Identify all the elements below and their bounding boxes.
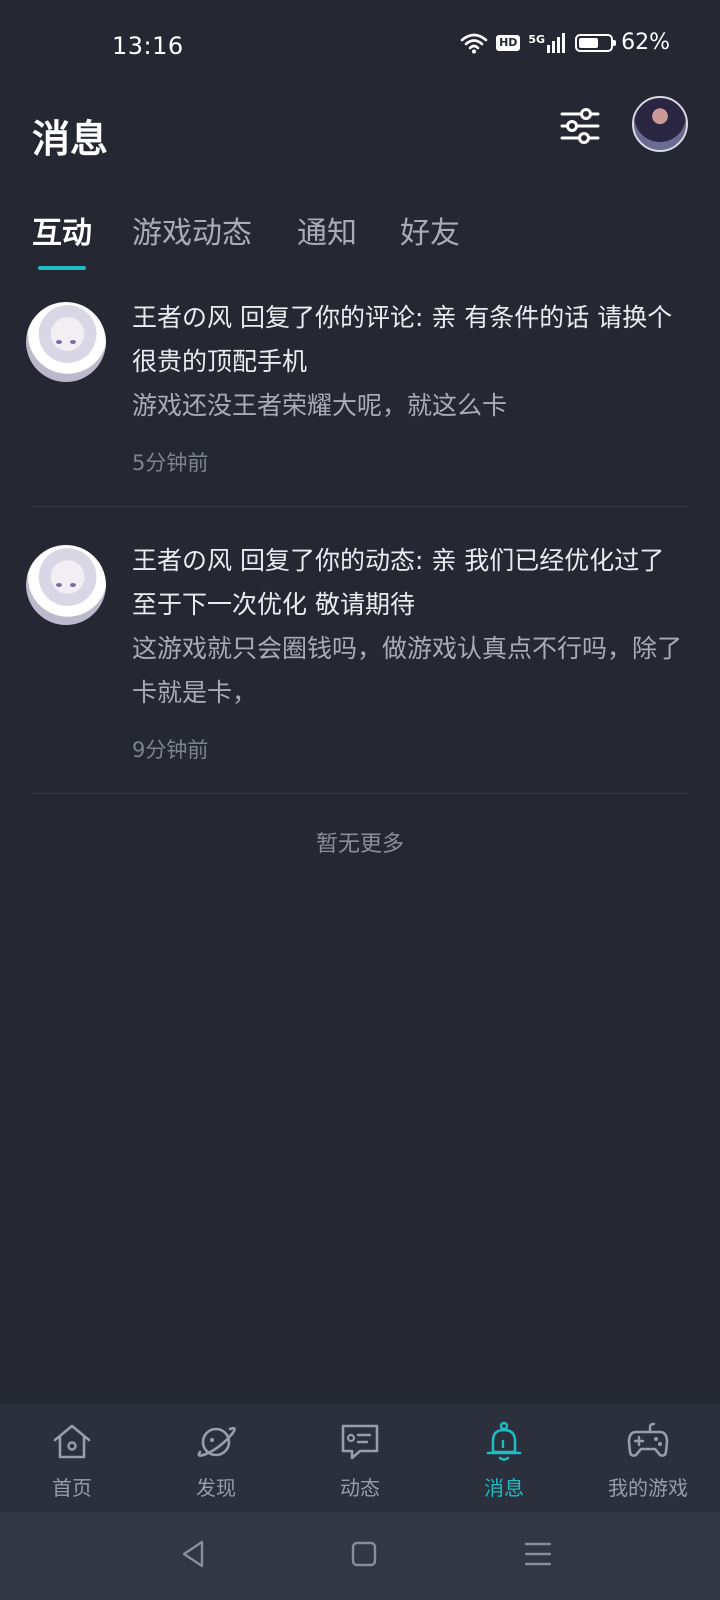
nav-label: 首页: [52, 1476, 92, 1500]
message-content: 这游戏就只会圈钱吗，做游戏认真点不行吗，除了卡就是卡，: [132, 634, 683, 707]
page-title: 消息: [32, 117, 109, 161]
message-body: 王者の风 回复了你的评论: 亲 有条件的话 请换个很贵的顶配手机 游戏还没王者荣…: [132, 296, 688, 506]
tab-friends[interactable]: 好友: [400, 208, 460, 252]
nav-item-home[interactable]: 首页: [0, 1404, 144, 1512]
status-time: 13:16: [112, 32, 184, 60]
planet-icon: [197, 1426, 236, 1457]
tab-notifications[interactable]: 通知: [297, 208, 357, 252]
list-item[interactable]: 王者の风 回复了你的动态: 亲 我们已经优化过了 至于下一次优化 敬请期待 这游…: [26, 507, 688, 794]
header: 消息: [0, 96, 720, 206]
signal-bars-icon: [547, 32, 566, 53]
back-icon[interactable]: [174, 1534, 214, 1574]
message-title: 王者の风 回复了你的动态: 亲 我们已经优化过了 至于下一次优化 敬请期待: [132, 546, 665, 619]
battery-icon: [575, 33, 617, 52]
message-title: 王者の风 回复了你的评论: 亲 有条件的话 请换个很贵的顶配手机: [132, 303, 673, 376]
sliders-icon: [560, 108, 600, 144]
network-type: 5G: [528, 32, 546, 46]
nav-label: 发现: [196, 1476, 236, 1500]
message-body: 王者の风 回复了你的动态: 亲 我们已经优化过了 至于下一次优化 敬请期待 这游…: [132, 539, 688, 793]
message-time: 9分钟前: [132, 738, 209, 762]
menu-icon[interactable]: [518, 1534, 558, 1574]
user-avatar[interactable]: [632, 96, 688, 152]
hd-badge: HD: [496, 34, 521, 51]
sender-avatar[interactable]: [26, 545, 106, 625]
active-tab-indicator: [38, 266, 86, 270]
screen: 13:16 HD 5G 62% 消息 互动 游戏动态 通知 好友 王者の风 回复…: [0, 0, 720, 1600]
message-content: 游戏还没王者荣耀大呢，就这么卡: [132, 391, 508, 420]
list-item[interactable]: 王者の风 回复了你的评论: 亲 有条件的话 请换个很贵的顶配手机 游戏还没王者荣…: [26, 296, 688, 507]
chat-icon: [341, 1424, 379, 1460]
tab-interaction[interactable]: 互动: [32, 208, 92, 252]
home-square-icon[interactable]: [344, 1534, 384, 1574]
wifi-icon: [460, 33, 488, 53]
nav-item-discover[interactable]: 发现: [144, 1404, 288, 1512]
nav-label: 消息: [484, 1476, 524, 1500]
tab-game-news[interactable]: 游戏动态: [132, 208, 252, 252]
filter-button[interactable]: [558, 104, 602, 148]
bell-icon: [486, 1421, 522, 1461]
system-nav-bar: [0, 1512, 720, 1600]
battery-percent: 62%: [621, 30, 670, 55]
nav-label: 动态: [340, 1476, 380, 1500]
sender-avatar[interactable]: [26, 302, 106, 382]
home-icon: [53, 1424, 91, 1459]
nav-item-messages[interactable]: 消息: [432, 1404, 576, 1512]
nav-item-my-games[interactable]: 我的游戏: [576, 1404, 720, 1512]
bottom-nav: 首页 发现 动态 消息 我的游戏: [0, 1404, 720, 1512]
message-list: 王者の风 回复了你的评论: 亲 有条件的话 请换个很贵的顶配手机 游戏还没王者荣…: [0, 296, 720, 858]
signal-5g-icon: 5G: [528, 32, 567, 53]
nav-item-feed[interactable]: 动态: [288, 1404, 432, 1512]
message-time: 5分钟前: [132, 451, 209, 475]
status-bar: 13:16 HD 5G 62%: [0, 0, 720, 96]
status-icons: HD 5G 62%: [460, 30, 670, 55]
gamepad-icon: [627, 1422, 669, 1457]
tab-bar: 互动 游戏动态 通知 好友: [0, 200, 720, 280]
nav-label: 我的游戏: [608, 1476, 688, 1500]
list-end-text: 暂无更多: [315, 832, 404, 857]
